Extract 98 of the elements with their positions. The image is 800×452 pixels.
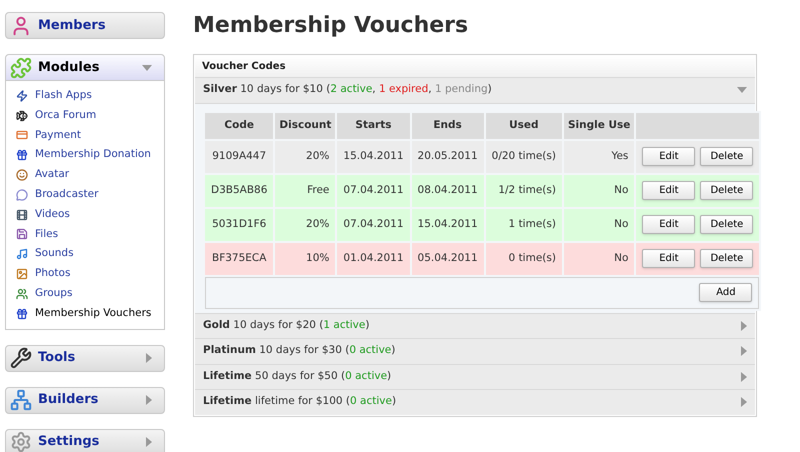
row-action-button[interactable]: Edit [642, 249, 696, 268]
sidebar-section-header[interactable]: Members [5, 12, 165, 39]
caret-right-icon[interactable] [741, 346, 747, 356]
plan-summary: Platinum 10 days for $30 (0 active) [203, 343, 396, 358]
face-icon [16, 169, 28, 182]
module-link[interactable]: Payment [35, 128, 81, 144]
add-button[interactable]: Add [699, 283, 752, 302]
module-link[interactable]: Groups [35, 286, 72, 302]
card-icon [16, 129, 28, 142]
caret-down-icon[interactable] [737, 87, 747, 94]
caret-down-icon[interactable] [142, 64, 152, 70]
table-cell: 20.05.2011 [412, 140, 484, 172]
speech-bubble-icon [16, 188, 28, 201]
caret-right-icon[interactable] [741, 397, 747, 408]
plan-header[interactable]: Silver 10 days for $10 (2 active, 1 expired, 1 pending) [195, 78, 755, 102]
row-action-button[interactable]: Delete [700, 181, 754, 200]
table-cell: 15.04.2011 [412, 208, 484, 240]
module-link[interactable]: Files [35, 226, 58, 242]
table-cell: 01.04.2011 [337, 242, 410, 274]
table-cell: 08.04.2011 [412, 174, 484, 206]
caret-right-icon[interactable] [741, 320, 747, 331]
module-link[interactable]: Photos [35, 266, 70, 282]
image-icon [16, 268, 28, 280]
plan-header[interactable]: Gold 10 days for $20 (1 active) [195, 314, 755, 338]
table-cell: No [564, 174, 634, 206]
row-action-button[interactable]: Edit [642, 147, 696, 166]
wrench-icon [10, 347, 32, 370]
gift-icon [16, 149, 28, 162]
puzzle-icon [10, 56, 32, 78]
table-cell: Yes [564, 140, 634, 172]
plan-header[interactable]: Platinum 10 days for $30 (0 active) [195, 339, 755, 364]
table-cell: 0 time(s) [486, 242, 562, 274]
module-link[interactable]: Flash Apps [35, 88, 92, 104]
module-link[interactable]: Sounds [35, 246, 74, 262]
table-cell: 10% [275, 242, 336, 274]
gear-icon [10, 431, 32, 452]
section-title: Members [38, 16, 106, 35]
caret-right-icon[interactable] [146, 437, 152, 448]
table-cell: 20% [275, 208, 336, 240]
table-cell: 07.04.2011 [337, 174, 410, 206]
table-cell: 15.04.2011 [337, 140, 410, 172]
table-cell: 9109A447 [205, 140, 274, 172]
hierarchy-icon [10, 389, 32, 412]
sidebar-section-header[interactable]: Builders [5, 386, 165, 414]
plan-summary: Lifetime 50 days for $50 (0 active) [203, 368, 392, 384]
module-link[interactable]: Membership Donation [35, 147, 151, 164]
fish-icon [16, 110, 28, 122]
table-cell: D3B5AB86 [205, 174, 274, 206]
table-cell: No [564, 208, 634, 240]
table-cell: 05.04.2011 [412, 242, 484, 274]
panel-title: Voucher Codes [202, 60, 286, 74]
people-icon [16, 288, 28, 300]
column-header: Single Use [564, 112, 634, 138]
table-cell: 07.04.2011 [337, 208, 410, 240]
caret-right-icon[interactable] [146, 353, 152, 364]
table-cell: 0/20 time(s) [486, 140, 562, 172]
gift-icon [16, 308, 28, 320]
column-header: Starts [337, 112, 410, 138]
table-cell: Free [275, 174, 336, 206]
module-link[interactable]: Broadcaster [35, 187, 98, 203]
floppy-icon [16, 228, 28, 240]
plan-summary: Gold 10 days for $20 (1 active) [203, 318, 370, 333]
row-action-button[interactable]: Edit [642, 181, 696, 200]
section-title: Settings [38, 433, 100, 452]
module-link[interactable]: Avatar [35, 167, 70, 183]
column-header: Code [205, 112, 274, 138]
module-link[interactable]: Videos [35, 206, 70, 223]
table-cell: 1 time(s) [486, 208, 562, 240]
row-action-button[interactable]: Delete [700, 147, 754, 166]
sidebar-section-header[interactable]: Modules [5, 54, 165, 81]
module-link[interactable]: Membership Vouchers [35, 306, 152, 322]
column-header: Used [486, 112, 562, 138]
lightning-icon [16, 90, 28, 102]
page-title: Membership Vouchers [193, 12, 470, 40]
section-title: Tools [38, 349, 76, 368]
table-cell: No [564, 242, 634, 274]
row-action-button[interactable]: Delete [700, 249, 754, 268]
music-note-icon [16, 248, 28, 260]
table-cell: 1/2 time(s) [486, 174, 562, 206]
row-action-button[interactable]: Edit [642, 215, 696, 234]
table-cell: 20% [275, 140, 336, 172]
plan-summary: Silver 10 days for $10 (2 active, 1 expired, 1 pending) [203, 82, 492, 98]
row-action-button[interactable]: Delete [700, 215, 754, 234]
sidebar-section-header[interactable]: Tools [5, 344, 165, 372]
plan-header[interactable]: Lifetime 50 days for $50 (0 active) [195, 364, 755, 389]
section-title: Modules [38, 58, 100, 77]
column-header: Ends [412, 112, 484, 138]
column-header: Discount [275, 112, 336, 138]
section-title: Builders [38, 391, 98, 410]
sidebar-section-header[interactable]: Settings [5, 428, 165, 452]
module-link[interactable]: Orca Forum [35, 108, 96, 124]
plan-header[interactable]: Lifetime lifetime for $100 (0 active) [195, 390, 755, 414]
table-cell: BF375ECA [205, 242, 274, 274]
film-icon [16, 208, 28, 221]
table-cell: 5031D1F6 [205, 208, 274, 240]
caret-right-icon[interactable] [146, 395, 152, 406]
caret-right-icon[interactable] [741, 372, 747, 382]
plan-summary: Lifetime lifetime for $100 (0 active) [203, 394, 396, 410]
